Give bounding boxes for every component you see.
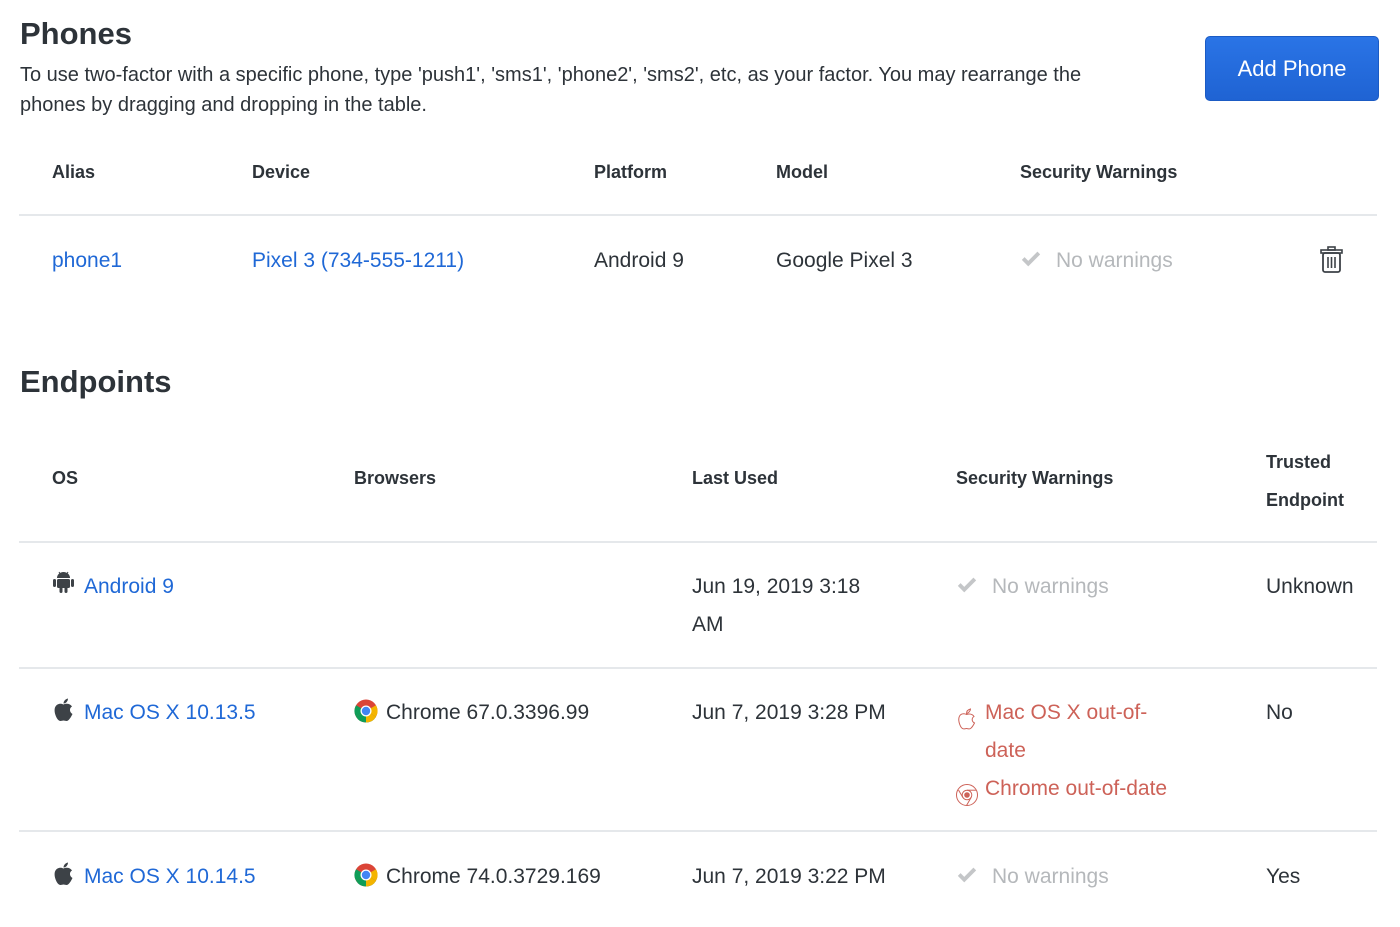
chrome-icon	[354, 699, 378, 723]
phones-title: Phones	[20, 16, 132, 51]
col-os: OS	[52, 468, 79, 488]
col-security-warnings: Security Warnings	[956, 468, 1114, 488]
col-trusted-line2: Endpoint	[1266, 490, 1344, 510]
trusted-status: Yes	[1266, 865, 1301, 888]
add-phone-button[interactable]: Add Phone	[1205, 36, 1379, 101]
col-last-used: Last Used	[692, 468, 779, 488]
warning-text-line1: Mac OS X out-of-	[985, 701, 1148, 724]
col-platform: Platform	[594, 162, 668, 182]
apple-icon	[54, 698, 73, 721]
browser-text: Chrome 74.0.3729.169	[386, 865, 601, 888]
os-link[interactable]: Android 9	[84, 568, 174, 606]
warning-macos-out-of-date: Mac OS X out-of- date	[985, 694, 1147, 770]
warning-chrome-out-of-date: Chrome out-of-date	[985, 777, 1168, 800]
trusted-status: No	[1266, 701, 1293, 724]
divider	[19, 667, 1377, 669]
chrome-icon	[354, 863, 378, 887]
warning-text: No warnings	[992, 575, 1109, 598]
phones-description: To use two-factor with a specific phone,…	[20, 64, 1082, 116]
check-icon	[957, 578, 977, 593]
warning-text: No warnings	[992, 865, 1109, 888]
android-icon	[53, 571, 74, 593]
os-link[interactable]: Mac OS X 10.13.5	[84, 694, 256, 732]
warning-text: No warnings	[1056, 249, 1173, 272]
last-used-line2: AM	[692, 613, 724, 636]
browser: Chrome 74.0.3729.169	[354, 858, 601, 896]
phone-platform: Android 9	[594, 249, 684, 272]
os-link[interactable]: Mac OS X 10.14.5	[84, 858, 256, 896]
col-alias: Alias	[52, 162, 96, 182]
apple-icon	[54, 862, 73, 885]
col-trusted-endpoint: Trusted Endpoint	[1266, 443, 1344, 519]
col-trusted-line1: Trusted	[1266, 452, 1332, 472]
phone-alias-link[interactable]: phone1	[52, 242, 122, 280]
phone-model: Google Pixel 3	[776, 249, 913, 272]
trusted-status: Unknown	[1266, 575, 1354, 598]
trash-icon[interactable]	[1320, 246, 1343, 274]
chrome-outline-icon	[956, 784, 978, 806]
apple-outline-icon	[958, 708, 976, 730]
col-security-warnings: Security Warnings	[1020, 162, 1178, 182]
browser: Chrome 67.0.3396.99	[354, 694, 589, 732]
check-icon	[957, 868, 977, 883]
browser-text: Chrome 67.0.3396.99	[386, 701, 590, 724]
col-browsers: Browsers	[354, 468, 437, 488]
col-model: Model	[776, 162, 828, 182]
divider	[19, 830, 1377, 832]
check-icon	[1021, 252, 1041, 267]
col-device: Device	[252, 162, 311, 182]
warning-text-line2: date	[985, 739, 1026, 762]
last-used-line1: Jun 19, 2019 3:18	[692, 575, 861, 598]
last-used: Jun 7, 2019 3:22 PM	[692, 865, 886, 888]
security-warnings: No warnings	[956, 568, 1109, 606]
last-used: Jun 19, 2019 3:18 AM	[692, 568, 860, 644]
divider	[19, 541, 1377, 543]
phone-device-link[interactable]: Pixel 3 (734-555-1211)	[252, 242, 464, 280]
phone-security-warnings: No warnings	[1020, 242, 1173, 280]
security-warnings: No warnings	[956, 858, 1109, 896]
last-used: Jun 7, 2019 3:28 PM	[692, 701, 886, 724]
divider	[19, 214, 1377, 216]
endpoints-title: Endpoints	[20, 364, 172, 399]
